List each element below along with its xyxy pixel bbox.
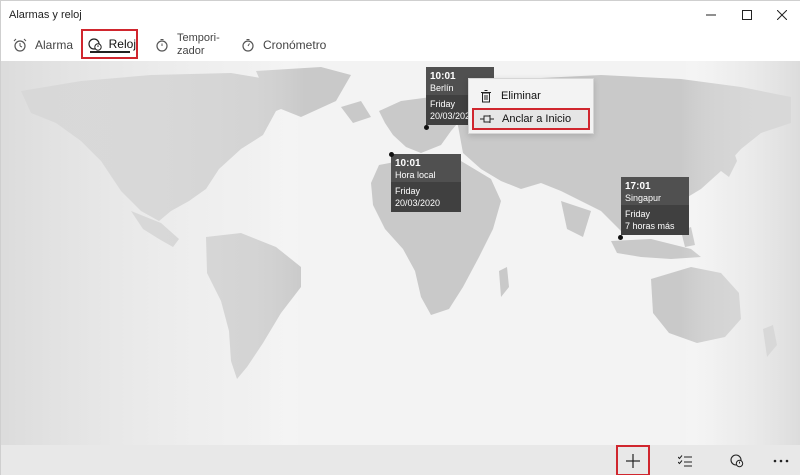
title-bar: Alarmas y reloj bbox=[1, 1, 800, 29]
tab-alarm[interactable]: Alarma bbox=[11, 29, 73, 61]
maximize-button[interactable] bbox=[729, 1, 765, 29]
world-map-graphic bbox=[1, 61, 800, 445]
pin-to-start-menu-item[interactable]: Anclar a Inicio bbox=[472, 108, 590, 130]
local-date: 20/03/2020 bbox=[395, 198, 441, 208]
local-day: Friday bbox=[395, 186, 421, 196]
location-pin-berlin bbox=[424, 125, 429, 130]
tab-stopwatch-label: Cronómetro bbox=[263, 38, 327, 52]
nav-tabs: Alarma Reloj Tempori- zador Cronómetro bbox=[1, 29, 800, 61]
add-clock-button[interactable] bbox=[616, 445, 650, 475]
context-menu: Eliminar Anclar a Inicio bbox=[468, 78, 594, 134]
world-clock-icon bbox=[730, 453, 744, 467]
singapore-diff: 7 horas más bbox=[625, 221, 675, 231]
tab-alarm-label: Alarma bbox=[35, 38, 74, 52]
tab-clock[interactable]: Reloj bbox=[81, 29, 138, 59]
local-time: 10:01 bbox=[395, 158, 421, 169]
clock-card-local[interactable]: 10:01 Hora local Friday 20/03/2020 bbox=[391, 154, 461, 212]
location-pin-local bbox=[389, 152, 394, 157]
timer-icon bbox=[153, 36, 171, 54]
select-clocks-button[interactable] bbox=[667, 445, 703, 475]
singapore-day: Friday bbox=[625, 209, 651, 219]
tab-stopwatch[interactable]: Cronómetro bbox=[239, 29, 326, 61]
close-icon bbox=[777, 10, 787, 20]
pin-to-start-label: Anclar a Inicio bbox=[502, 113, 572, 125]
checklist-icon bbox=[678, 454, 692, 466]
tab-timer-label: Tempori- zador bbox=[177, 32, 220, 57]
delete-menu-item[interactable]: Eliminar bbox=[473, 85, 591, 107]
local-city: Hora local bbox=[395, 170, 436, 180]
close-button[interactable] bbox=[764, 1, 800, 29]
location-pin-singapore bbox=[618, 235, 623, 240]
minimize-button[interactable] bbox=[693, 1, 729, 29]
compare-time-button[interactable] bbox=[719, 445, 755, 475]
active-tab-indicator bbox=[90, 51, 130, 53]
pin-icon bbox=[480, 112, 494, 126]
singapore-time: 17:01 bbox=[625, 181, 651, 192]
maximize-icon bbox=[742, 10, 752, 20]
clock-card-singapore[interactable]: 17:01 Singapur Friday 7 horas más bbox=[621, 177, 689, 235]
delete-label: Eliminar bbox=[501, 90, 541, 102]
trash-icon bbox=[479, 89, 493, 103]
bottom-app-bar bbox=[1, 445, 800, 475]
ellipsis-icon bbox=[773, 459, 789, 462]
minimize-icon bbox=[706, 14, 716, 16]
more-options-button[interactable] bbox=[763, 445, 799, 475]
window-title: Alarmas y reloj bbox=[9, 9, 82, 21]
tab-timer[interactable]: Tempori- zador bbox=[153, 29, 227, 61]
singapore-city: Singapur bbox=[625, 193, 662, 203]
stopwatch-icon bbox=[239, 36, 257, 54]
world-map[interactable]: 10:01 Berlín Friday 20/03/2020 10:01 Hor… bbox=[1, 61, 800, 445]
plus-icon bbox=[626, 453, 640, 468]
app-window: Alarmas y reloj Alarma Reloj Tempori- za… bbox=[0, 0, 800, 475]
tab-clock-label: Reloj bbox=[108, 37, 136, 51]
alarm-clock-icon bbox=[11, 36, 29, 54]
